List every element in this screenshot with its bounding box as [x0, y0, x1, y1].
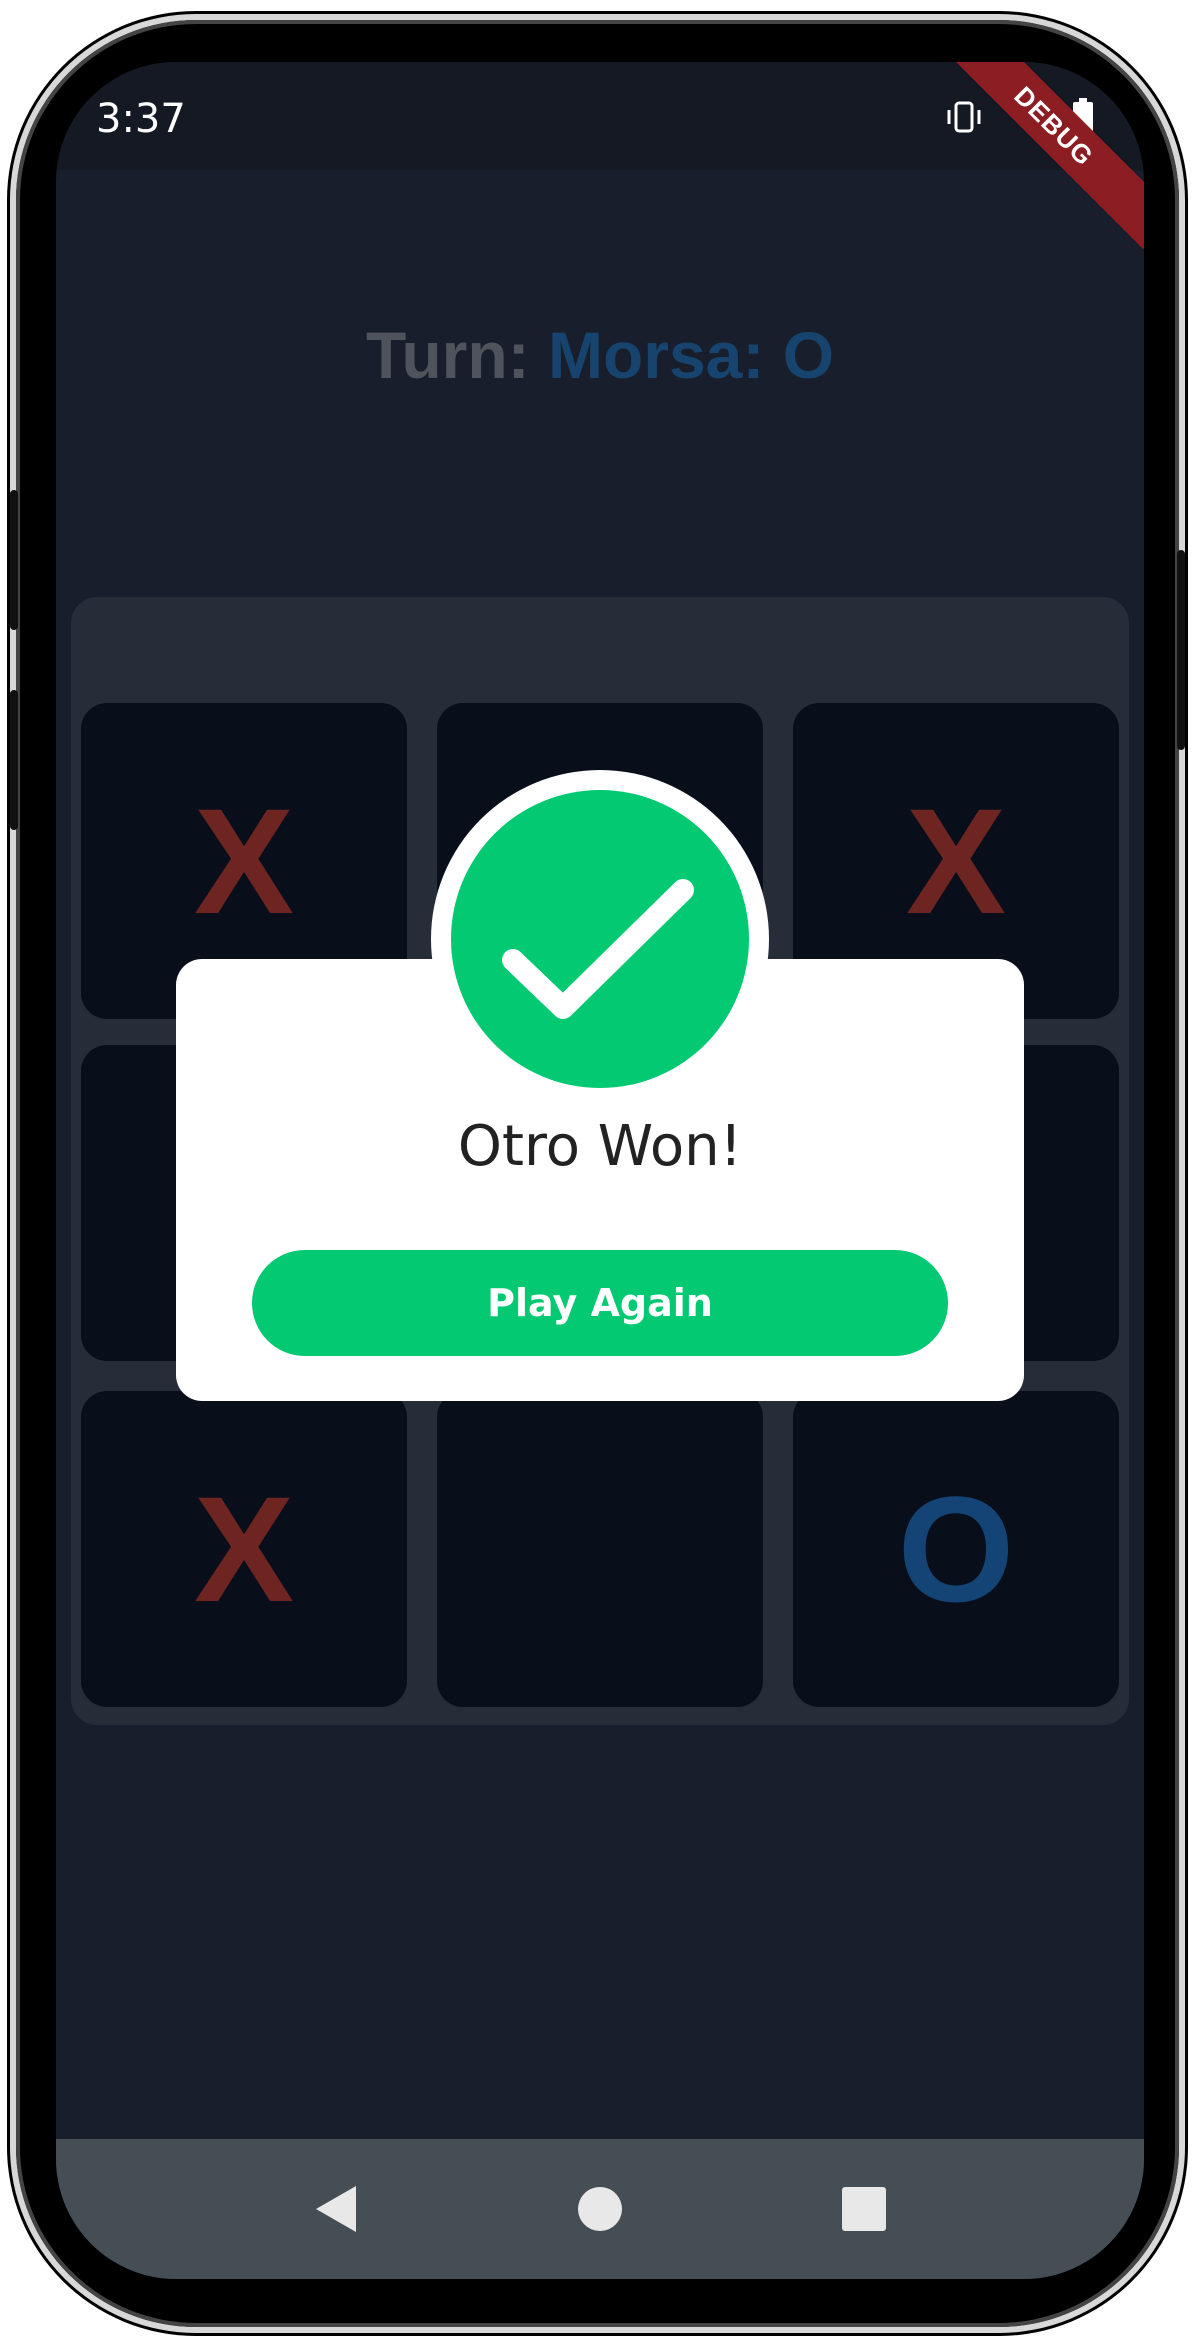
turn-label: Turn: [365, 318, 530, 392]
vibrate-icon [944, 99, 984, 140]
board-cell[interactable]: O [793, 1391, 1119, 1707]
status-bar: 3:37 DEBUG [56, 62, 1144, 250]
board-cell[interactable]: X [81, 1391, 407, 1707]
success-badge [431, 770, 769, 1108]
turn-indicator: Turn: Morsa: O [56, 317, 1144, 393]
board-cell[interactable] [437, 1391, 763, 1707]
debug-banner: DEBUG [930, 62, 1144, 250]
turn-player: Morsa: O [548, 318, 835, 392]
recents-icon[interactable] [834, 2179, 894, 2239]
check-icon [502, 879, 694, 1019]
check-circle [451, 790, 749, 1088]
power-button [1177, 550, 1185, 750]
navigation-bar [56, 2139, 1144, 2279]
play-again-button[interactable]: Play Again [252, 1250, 948, 1356]
volume-button [10, 690, 18, 830]
dialog-title: Otro Won! [457, 1114, 743, 1179]
back-icon[interactable] [306, 2179, 366, 2239]
app-screen: 3:37 DEBUG Turn: Morsa: O X X X O Otro W… [56, 62, 1144, 2279]
home-icon[interactable] [570, 2179, 630, 2239]
volume-button [10, 490, 18, 630]
status-time: 3:37 [96, 96, 186, 142]
